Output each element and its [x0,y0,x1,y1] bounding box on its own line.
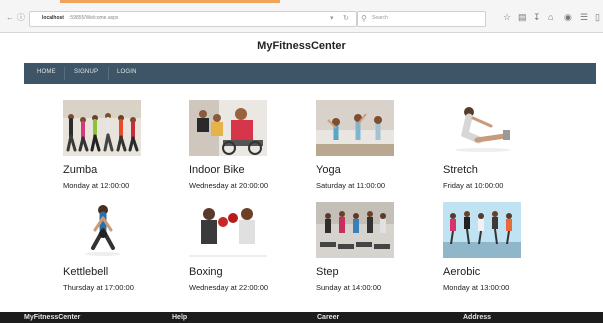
stretch-image[interactable] [443,100,521,156]
step-image[interactable] [316,202,394,258]
yoga-image[interactable] [316,100,394,156]
reload-icon[interactable]: ↻ [343,14,349,22]
indoor-bike-image[interactable] [189,100,267,156]
site-title: MyFitnessCenter [257,40,346,52]
nav-home-link[interactable]: HOME [37,69,56,75]
main-navbar: HOME SIGNUP LOGIN [24,63,596,84]
footer-career: Career [317,314,340,321]
home-icon[interactable]: ⌂ [548,13,553,22]
footer-brand: MyFitnessCenter [24,314,81,321]
class-name: Boxing [189,266,223,278]
search-input[interactable]: Search [372,15,388,21]
nav-login-link[interactable]: LOGIN [117,69,137,75]
menu-icon[interactable]: ☰ [580,13,588,22]
search-icon: ⚲ [361,14,367,23]
nav-divider [108,67,109,80]
sidebar-icon[interactable]: ▯ [595,13,600,22]
back-icon[interactable]: ← [6,14,14,22]
shield-icon[interactable]: ◉ [564,13,572,22]
class-schedule: Friday at 10:00:00 [443,181,504,190]
class-name: Stretch [443,164,478,176]
class-name: Yoga [316,164,341,176]
boxing-image[interactable] [189,202,267,258]
page-footer: MyFitnessCenter Help Career Address [0,312,603,323]
class-schedule: Saturday at 11:00:00 [316,181,386,190]
class-schedule: Wednesday at 22:00:00 [189,283,269,292]
class-schedule: Monday at 12:00:00 [63,181,130,190]
nav-signup-link[interactable]: SIGNUP [74,69,98,75]
url-host: localhost [42,15,64,21]
class-name: Step [316,266,339,278]
address-bar[interactable]: localhost :59855/Welcome.aspx ▾ ↻ [29,11,357,27]
url-path: :59855/Welcome.aspx [69,15,119,21]
zumba-image[interactable] [63,100,141,156]
download-icon[interactable]: ↧ [533,13,541,22]
nav-divider [64,67,65,80]
clipboard-icon[interactable]: ▤ [518,13,527,22]
class-name: Aerobic [443,266,481,278]
class-schedule: Monday at 13:00:00 [443,283,510,292]
browser-toolbar: ← ⓘ localhost :59855/Welcome.aspx ▾ ↻ ⚲ … [0,0,603,33]
class-schedule: Thursday at 17:00:00 [63,283,134,292]
footer-address: Address [463,314,492,321]
class-schedule: Sunday at 14:00:00 [316,283,382,292]
class-name: Kettlebell [63,266,109,278]
aerobic-image[interactable] [443,202,521,258]
class-name: Indoor Bike [189,164,245,176]
class-name: Zumba [63,164,98,176]
class-schedule: Wednesday at 20:00:00 [189,181,269,190]
info-icon[interactable]: ⓘ [17,14,25,22]
search-bar[interactable]: ⚲ Search [357,11,486,27]
star-icon[interactable]: ☆ [503,13,511,22]
kettlebell-image[interactable] [63,202,141,258]
loading-bar [60,0,280,3]
dropdown-icon[interactable]: ▾ [330,14,334,22]
footer-help: Help [172,314,188,321]
